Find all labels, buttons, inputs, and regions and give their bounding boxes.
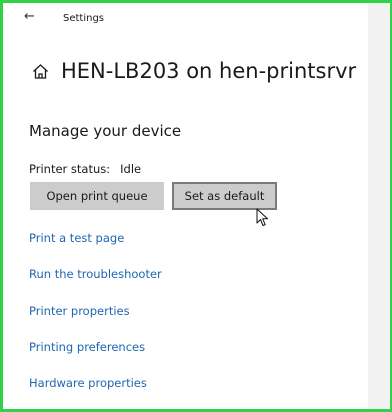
status-label: Printer status: (29, 162, 111, 176)
link-run-troubleshooter[interactable]: Run the troubleshooter (29, 267, 162, 281)
page-title: HEN-LB203 on hen-printsrvr (61, 59, 357, 83)
section-title: Manage your device (29, 122, 182, 140)
back-arrow-icon[interactable]: ← (24, 10, 35, 23)
link-hardware-properties[interactable]: Hardware properties (29, 376, 147, 390)
status-value: Idle (120, 162, 142, 176)
scroll-gutter (368, 3, 390, 409)
printer-status: Printer status: Idle (29, 162, 141, 176)
link-printing-preferences[interactable]: Printing preferences (29, 340, 145, 354)
home-icon (33, 63, 48, 79)
open-print-queue-button[interactable]: Open print queue (30, 182, 164, 210)
set-as-default-button[interactable]: Set as default (172, 182, 277, 210)
app-title: Settings (63, 13, 105, 24)
link-printer-properties[interactable]: Printer properties (29, 304, 130, 318)
title-bar: ← Settings (3, 3, 368, 37)
mouse-cursor-icon (256, 208, 268, 226)
link-print-test-page[interactable]: Print a test page (29, 231, 124, 245)
page-heading: HEN-LB203 on hen-printsrvr (32, 56, 356, 86)
